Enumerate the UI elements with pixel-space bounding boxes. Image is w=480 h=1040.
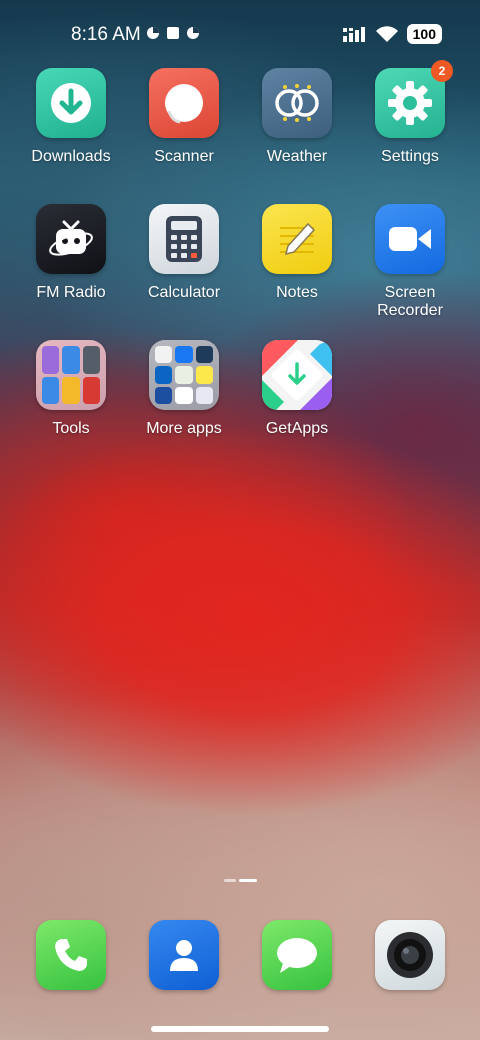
camera-icon [375, 920, 445, 990]
square-indicator-icon [167, 27, 179, 39]
page-indicator[interactable] [224, 879, 257, 882]
contacts-icon [149, 920, 219, 990]
app-label: Weather [266, 148, 328, 165]
notification-badge: 2 [431, 60, 453, 82]
app-scanner[interactable]: Scanner [129, 68, 239, 166]
pie-indicator-icon [147, 27, 159, 39]
dock-camera[interactable] [355, 920, 465, 990]
app-notes[interactable]: Notes [242, 204, 352, 302]
dock-contacts[interactable] [129, 920, 239, 990]
scanner-icon [149, 68, 219, 138]
app-label: Scanner [154, 148, 214, 165]
folder-icon [149, 340, 219, 410]
pie-indicator-icon [187, 27, 199, 39]
system-indicators: 100 [342, 24, 442, 44]
app-weather[interactable]: Weather [242, 68, 352, 166]
calculator-icon [149, 204, 219, 274]
notes-icon [262, 204, 332, 274]
signal-icon [342, 27, 365, 42]
video-camera-icon [375, 204, 445, 274]
folder-tools[interactable]: Tools [16, 340, 126, 438]
wifi-icon [375, 26, 398, 42]
app-fm-radio[interactable]: FM Radio [16, 204, 126, 302]
app-label: Tools [52, 420, 90, 437]
dock-phone[interactable] [16, 920, 126, 990]
app-label: Downloads [31, 148, 111, 165]
app-screen-recorder[interactable]: Screen Recorder [355, 204, 465, 320]
app-settings[interactable]: 2 Settings [355, 60, 465, 166]
download-icon [36, 68, 106, 138]
dock-messages[interactable] [242, 920, 352, 990]
app-label: GetApps [265, 420, 329, 437]
gear-icon: 2 [375, 60, 453, 138]
weather-icon [262, 68, 332, 138]
battery-indicator: 100 [406, 24, 442, 44]
radio-icon [36, 204, 106, 274]
app-label: Calculator [147, 284, 221, 301]
app-calculator[interactable]: Calculator [129, 204, 239, 302]
phone-icon [36, 920, 106, 990]
app-label: Screen Recorder [377, 284, 443, 319]
app-downloads[interactable]: Downloads [16, 68, 126, 166]
app-label: More apps [146, 420, 222, 437]
status-time: 8:16 AM [71, 24, 141, 45]
folder-icon [36, 340, 106, 410]
page-dot[interactable] [224, 879, 236, 882]
app-label: Settings [381, 148, 439, 165]
message-icon [262, 920, 332, 990]
app-getapps[interactable]: GetApps [242, 340, 352, 438]
notification-icons [146, 26, 200, 40]
folder-more-apps[interactable]: More apps [129, 340, 239, 438]
status-bar: 8:16 AM 100 [0, 0, 480, 70]
app-label: FM Radio [36, 284, 106, 301]
getapps-icon [262, 340, 332, 410]
app-label: Notes [276, 284, 318, 301]
home-indicator[interactable] [151, 1026, 329, 1032]
page-dot-active[interactable] [239, 879, 257, 882]
